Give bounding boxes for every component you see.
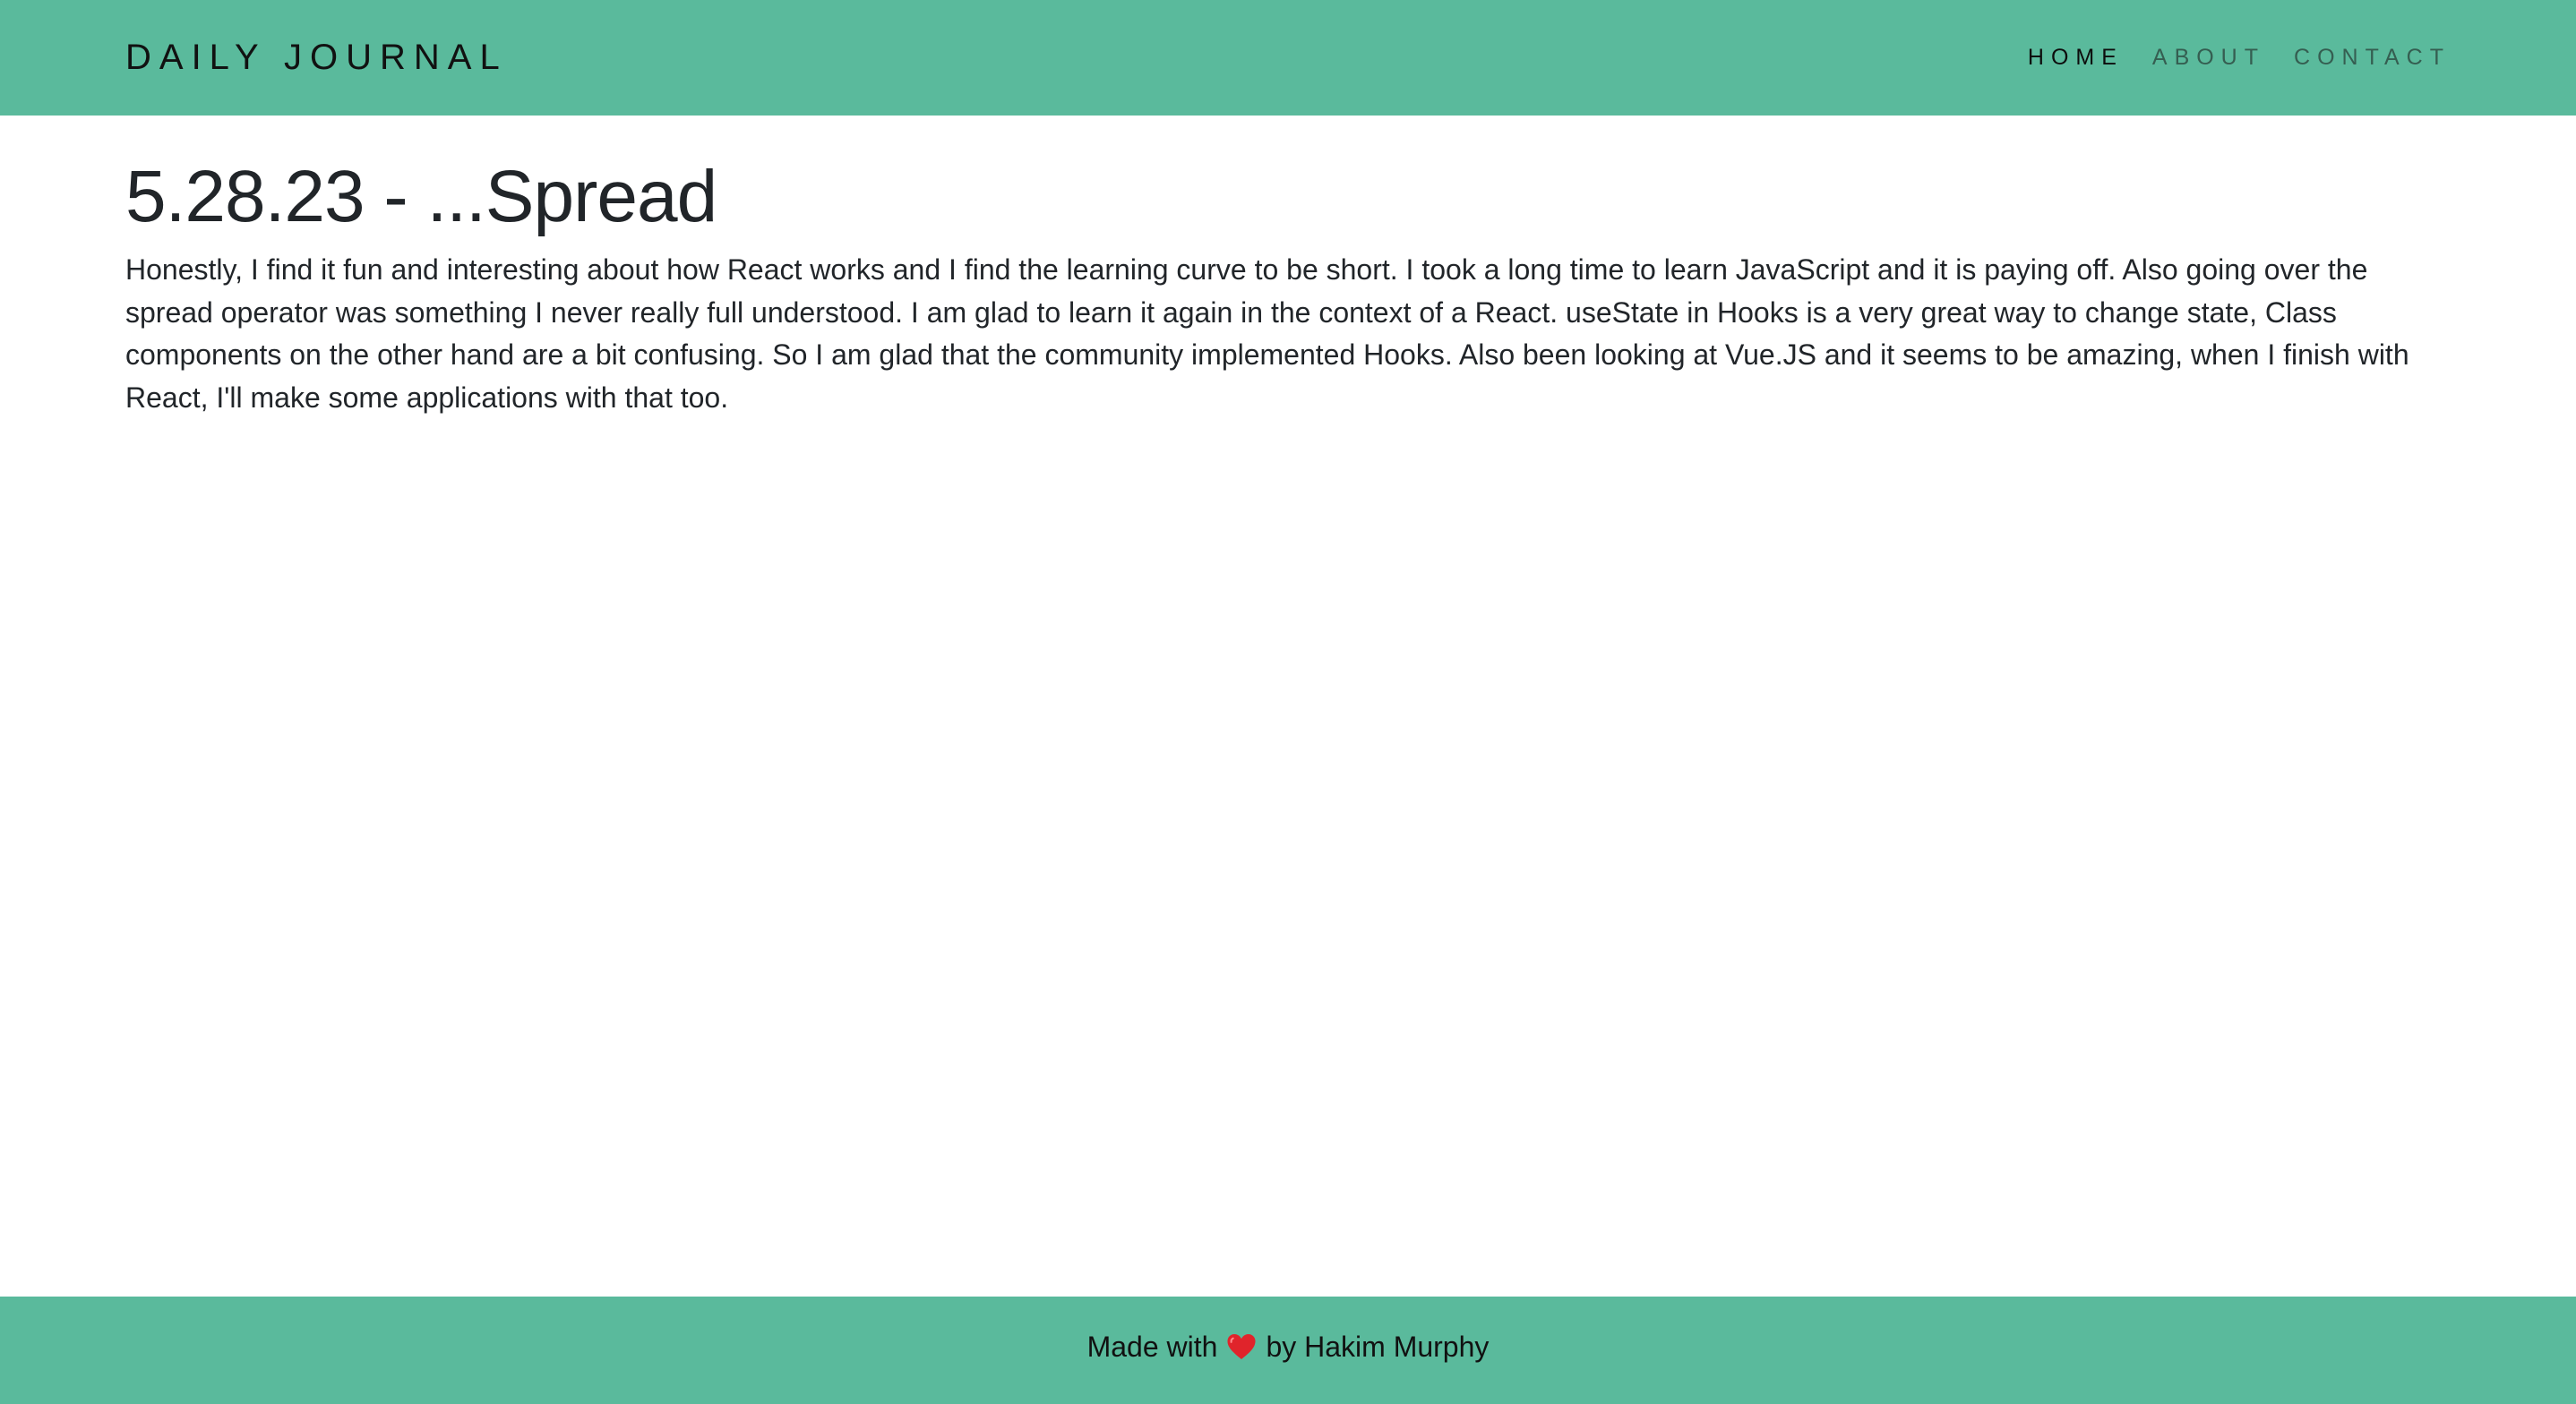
post-body: Honestly, I find it fun and interesting … <box>125 253 2409 414</box>
journal-post: 5.28.23 - ...Spread Honestly, I find it … <box>125 154 2451 419</box>
post-title: 5.28.23 - ...Spread <box>125 156 717 237</box>
main-content: 5.28.23 - ...Spread Honestly, I find it … <box>125 154 2451 419</box>
main-nav: HOME ABOUT CONTACT <box>2028 45 2451 71</box>
site-header: DAILY JOURNAL HOME ABOUT CONTACT <box>0 0 2576 116</box>
nav-contact-link[interactable]: CONTACT <box>2294 45 2451 71</box>
site-footer: Made with by Hakim Murphy <box>0 1297 2576 1404</box>
heart-icon <box>1226 1333 1257 1360</box>
footer-author-text: by Hakim Murphy <box>1266 1330 1490 1363</box>
nav-about-link[interactable]: ABOUT <box>2152 45 2265 71</box>
footer-made-with-text: Made with <box>1086 1330 1218 1363</box>
nav-home-link[interactable]: HOME <box>2028 45 2124 71</box>
footer-credit: Made with by Hakim Murphy <box>1087 1331 1490 1364</box>
brand-logo-link[interactable]: DAILY JOURNAL <box>125 38 508 78</box>
